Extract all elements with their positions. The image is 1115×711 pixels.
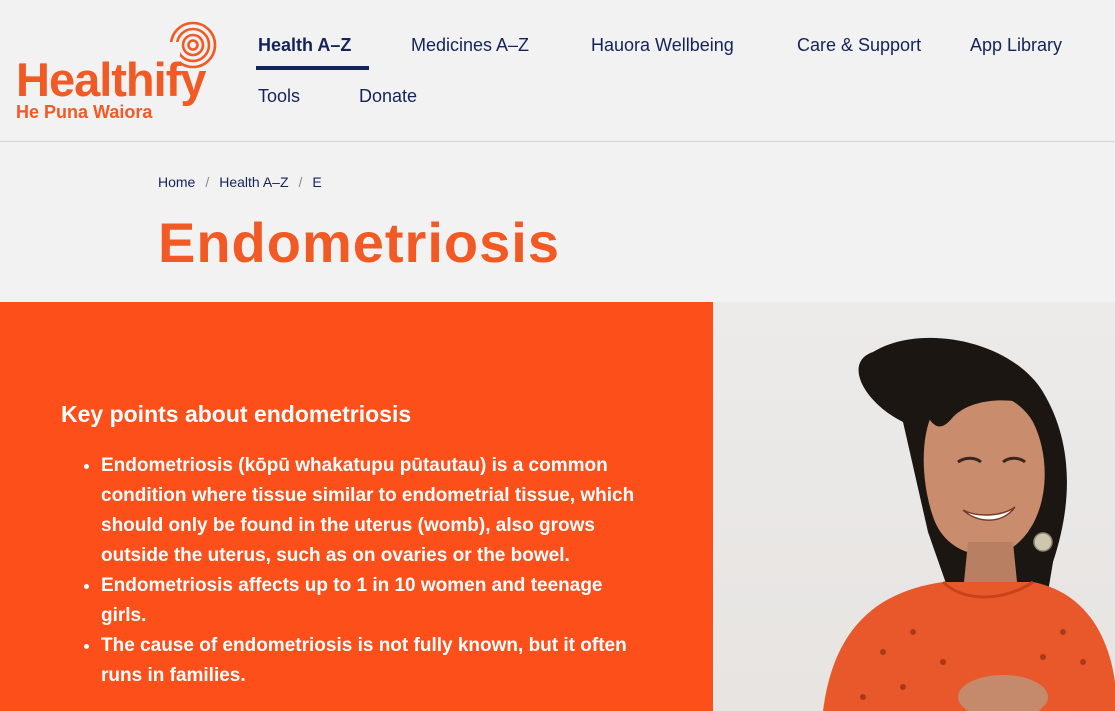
nav-item-hauora-wellbeing[interactable]: Hauora Wellbeing (591, 34, 734, 56)
nav-item-donate[interactable]: Donate (359, 85, 417, 107)
site-header: Healthify He Puna Waiora Health A–Z Medi… (0, 0, 1115, 142)
key-points-list: Endometriosis (kōpū whakatupu pūtautau) … (101, 451, 636, 691)
nav-item-medicines-a-z[interactable]: Medicines A–Z (411, 34, 529, 56)
woman-smiling-illustration (823, 337, 1115, 711)
key-points-panel: Key points about endometriosis Endometri… (0, 302, 713, 711)
nav-item-health-a-z[interactable]: Health A–Z (258, 34, 351, 56)
nav-active-indicator (256, 66, 369, 70)
list-item: The cause of endometriosis is not fully … (101, 631, 636, 691)
hero-photo (713, 302, 1115, 711)
nav-item-app-library[interactable]: App Library (970, 34, 1062, 56)
breadcrumb-health-a-z[interactable]: Health A–Z (219, 174, 288, 190)
logo-wordmark: Healthify (16, 53, 206, 106)
page-title: Endometriosis (158, 211, 560, 274)
breadcrumb-separator: / (205, 174, 210, 190)
logo-subline: He Puna Waiora (16, 102, 153, 122)
nav-item-care-support[interactable]: Care & Support (797, 34, 921, 56)
breadcrumb: Home / Health A–Z / E (158, 174, 322, 190)
breadcrumb-separator: / (298, 174, 303, 190)
nav-item-tools[interactable]: Tools (258, 85, 300, 107)
list-item: Endometriosis affects up to 1 in 10 wome… (101, 571, 636, 631)
healthify-logo[interactable]: Healthify He Puna Waiora (16, 20, 221, 122)
key-points-title: Key points about endometriosis (61, 401, 412, 427)
breadcrumb-letter-e[interactable]: E (312, 174, 321, 190)
breadcrumb-home[interactable]: Home (158, 174, 195, 190)
list-item: Endometriosis (kōpū whakatupu pūtautau) … (101, 451, 636, 571)
